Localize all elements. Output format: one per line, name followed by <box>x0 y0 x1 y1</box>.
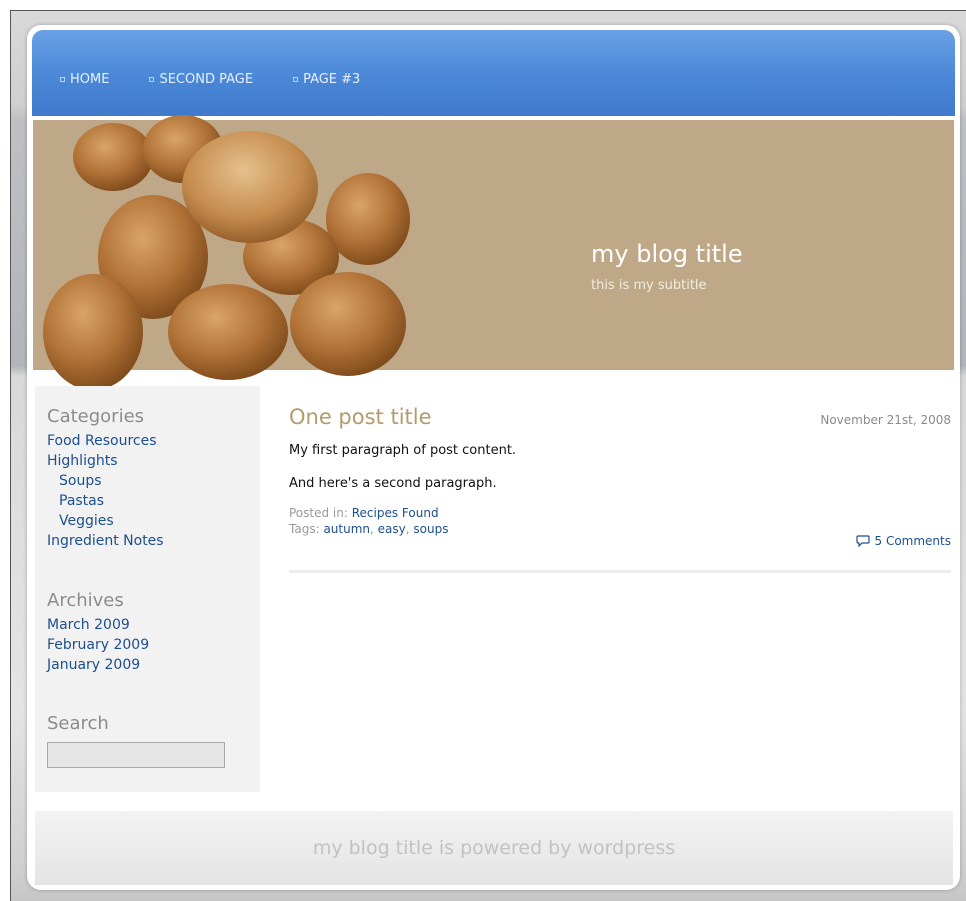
archive-link[interactable]: March 2009 <box>47 615 149 635</box>
category-link[interactable]: Food Resources <box>47 431 164 451</box>
nav-item-label: PAGE #3 <box>303 72 361 87</box>
post-divider <box>289 570 951 573</box>
category-link[interactable]: Highlights <box>47 451 164 471</box>
page-frame: HOME SECOND PAGE PAGE #3 my blog title t… <box>27 25 960 890</box>
category-link[interactable]: Veggies <box>47 511 164 531</box>
archives-title: Archives <box>47 590 124 611</box>
archive-link[interactable]: February 2009 <box>47 635 149 655</box>
search-input[interactable] <box>47 742 225 768</box>
nav-item-page-3[interactable]: PAGE #3 <box>293 72 360 87</box>
footer: my blog title is powered by wordpress <box>35 811 953 885</box>
bullet-icon <box>60 77 65 82</box>
tag-link[interactable]: soups <box>413 522 448 536</box>
tag-link[interactable]: easy <box>378 522 406 536</box>
comment-bubble-icon <box>855 535 870 547</box>
posted-in-label: Posted in: <box>289 506 348 520</box>
tags-label: Tags: <box>289 522 320 536</box>
post-paragraph: And here's a second paragraph. <box>289 476 497 491</box>
post-date: November 21st, 2008 <box>820 413 951 427</box>
search-title: Search <box>47 713 109 734</box>
blog-subtitle: this is my subtitle <box>591 278 707 293</box>
category-link[interactable]: Ingredient Notes <box>47 531 164 551</box>
archive-link[interactable]: January 2009 <box>47 655 149 675</box>
category-link[interactable]: Recipes Found <box>352 506 439 520</box>
comments-count: 5 Comments <box>874 534 952 548</box>
post-paragraph: My first paragraph of post content. <box>289 443 517 458</box>
muffins-image <box>43 115 410 390</box>
nav-menu: HOME SECOND PAGE PAGE #3 <box>60 72 400 87</box>
bullet-icon <box>149 77 155 82</box>
categories-widget: Categories Food Resources Highlights Sou… <box>47 406 164 551</box>
blog-title[interactable]: my blog title <box>591 240 743 268</box>
footer-text: my blog title is powered by wordpress <box>312 837 676 859</box>
nav-item-home[interactable]: HOME <box>60 72 109 87</box>
posted-in-line: Posted in: Recipes Found <box>289 505 951 521</box>
bullet-icon <box>293 77 299 82</box>
category-link[interactable]: Soups <box>47 471 164 491</box>
nav-item-label: SECOND PAGE <box>159 72 254 87</box>
tags-line: Tags: autumn, easy, soups <box>289 522 449 536</box>
categories-title: Categories <box>47 406 145 427</box>
search-widget: Search <box>47 713 225 768</box>
post: One post title November 21st, 2008 My fi… <box>289 405 951 548</box>
archives-widget: Archives March 2009 February 2009 Januar… <box>47 590 149 675</box>
nav-item-second-page[interactable]: SECOND PAGE <box>149 72 253 87</box>
nav-item-label: HOME <box>70 72 110 87</box>
sidebar: Categories Food Resources Highlights Sou… <box>35 386 260 792</box>
tag-link[interactable]: autumn <box>323 522 370 536</box>
post-meta: Posted in: Recipes Found Tags: autumn, e… <box>289 505 951 537</box>
category-link[interactable]: Pastas <box>47 491 164 511</box>
navigation-bar: HOME SECOND PAGE PAGE #3 <box>32 30 955 116</box>
comments-link[interactable]: 5 Comments <box>855 534 952 548</box>
